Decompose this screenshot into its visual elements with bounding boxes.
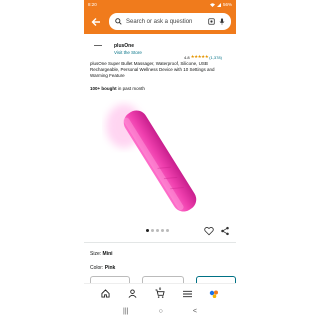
product-image[interactable] <box>84 96 236 226</box>
heart-icon[interactable] <box>204 226 214 236</box>
nav-home[interactable] <box>99 287 113 301</box>
star-rating-icon: ★★★★★ <box>190 54 209 59</box>
carousel-dot[interactable] <box>161 229 164 232</box>
nav-cart[interactable]: 0 <box>153 285 167 301</box>
bottom-nav: 0 <box>84 283 236 303</box>
carousel-dot[interactable] <box>166 229 169 232</box>
search-icon <box>115 18 122 25</box>
section-divider <box>84 242 236 243</box>
size-label: Size: <box>90 251 103 257</box>
app-header: Search or ask a question <box>84 9 236 34</box>
carousel-dot[interactable] <box>151 229 154 232</box>
home-icon <box>101 289 110 298</box>
phone-screen: 8:20 56% Search or ask a question plusOn… <box>84 0 236 320</box>
bought-count: 100+ bought in past month <box>90 86 145 91</box>
rating-count[interactable]: (1,378) <box>209 55 222 60</box>
search-input[interactable]: Search or ask a question <box>126 19 204 25</box>
recents-button[interactable]: ||| <box>123 308 128 315</box>
back-arrow-icon <box>91 17 100 26</box>
cart-count: 0 <box>158 285 162 291</box>
system-back-button[interactable]: < <box>193 308 197 315</box>
search-bar[interactable]: Search or ask a question <box>109 13 231 30</box>
carousel-dots[interactable] <box>146 229 169 232</box>
home-button[interactable]: ○ <box>159 308 163 315</box>
nav-rufus[interactable] <box>207 287 221 301</box>
wifi-icon <box>209 2 215 7</box>
size-selector-label: Size: Mini <box>90 251 113 257</box>
rufus-icon <box>210 290 219 298</box>
battery-level: 56% <box>222 2 232 7</box>
color-selector-label: Color: Pink <box>90 265 115 271</box>
status-right: 56% <box>209 2 232 7</box>
camera-scan-icon[interactable] <box>208 18 215 25</box>
status-bar: 8:20 56% <box>84 0 236 9</box>
bought-count-rest: in past month <box>116 86 145 91</box>
carousel-dot[interactable] <box>146 229 149 232</box>
nav-menu[interactable] <box>180 287 194 301</box>
signal-icon <box>216 2 221 7</box>
menu-icon <box>182 290 192 297</box>
microphone-icon[interactable] <box>219 18 225 25</box>
account-icon <box>128 289 137 298</box>
visit-store-link[interactable]: Visit the Store <box>114 50 142 55</box>
bought-count-bold: 100+ bought <box>90 86 117 91</box>
share-icon[interactable] <box>220 226 230 236</box>
size-value: Mini <box>102 251 113 257</box>
status-time: 8:20 <box>88 2 97 7</box>
nav-account[interactable] <box>126 287 140 301</box>
back-button[interactable] <box>89 15 103 29</box>
color-label: Color: <box>90 265 105 271</box>
product-title: plusOne Super Bullet Massager, Waterproo… <box>90 61 215 78</box>
rating-score: 4.8 <box>184 54 190 60</box>
carousel-dot[interactable] <box>156 229 159 232</box>
rating-summary[interactable]: 4.8 ★★★★★ (1,378) <box>184 54 222 60</box>
system-nav-bar: ||| ○ < <box>84 303 236 320</box>
brand-name: plusOne <box>114 43 135 49</box>
brand-logo <box>94 45 102 48</box>
color-value: Pink <box>104 265 116 271</box>
